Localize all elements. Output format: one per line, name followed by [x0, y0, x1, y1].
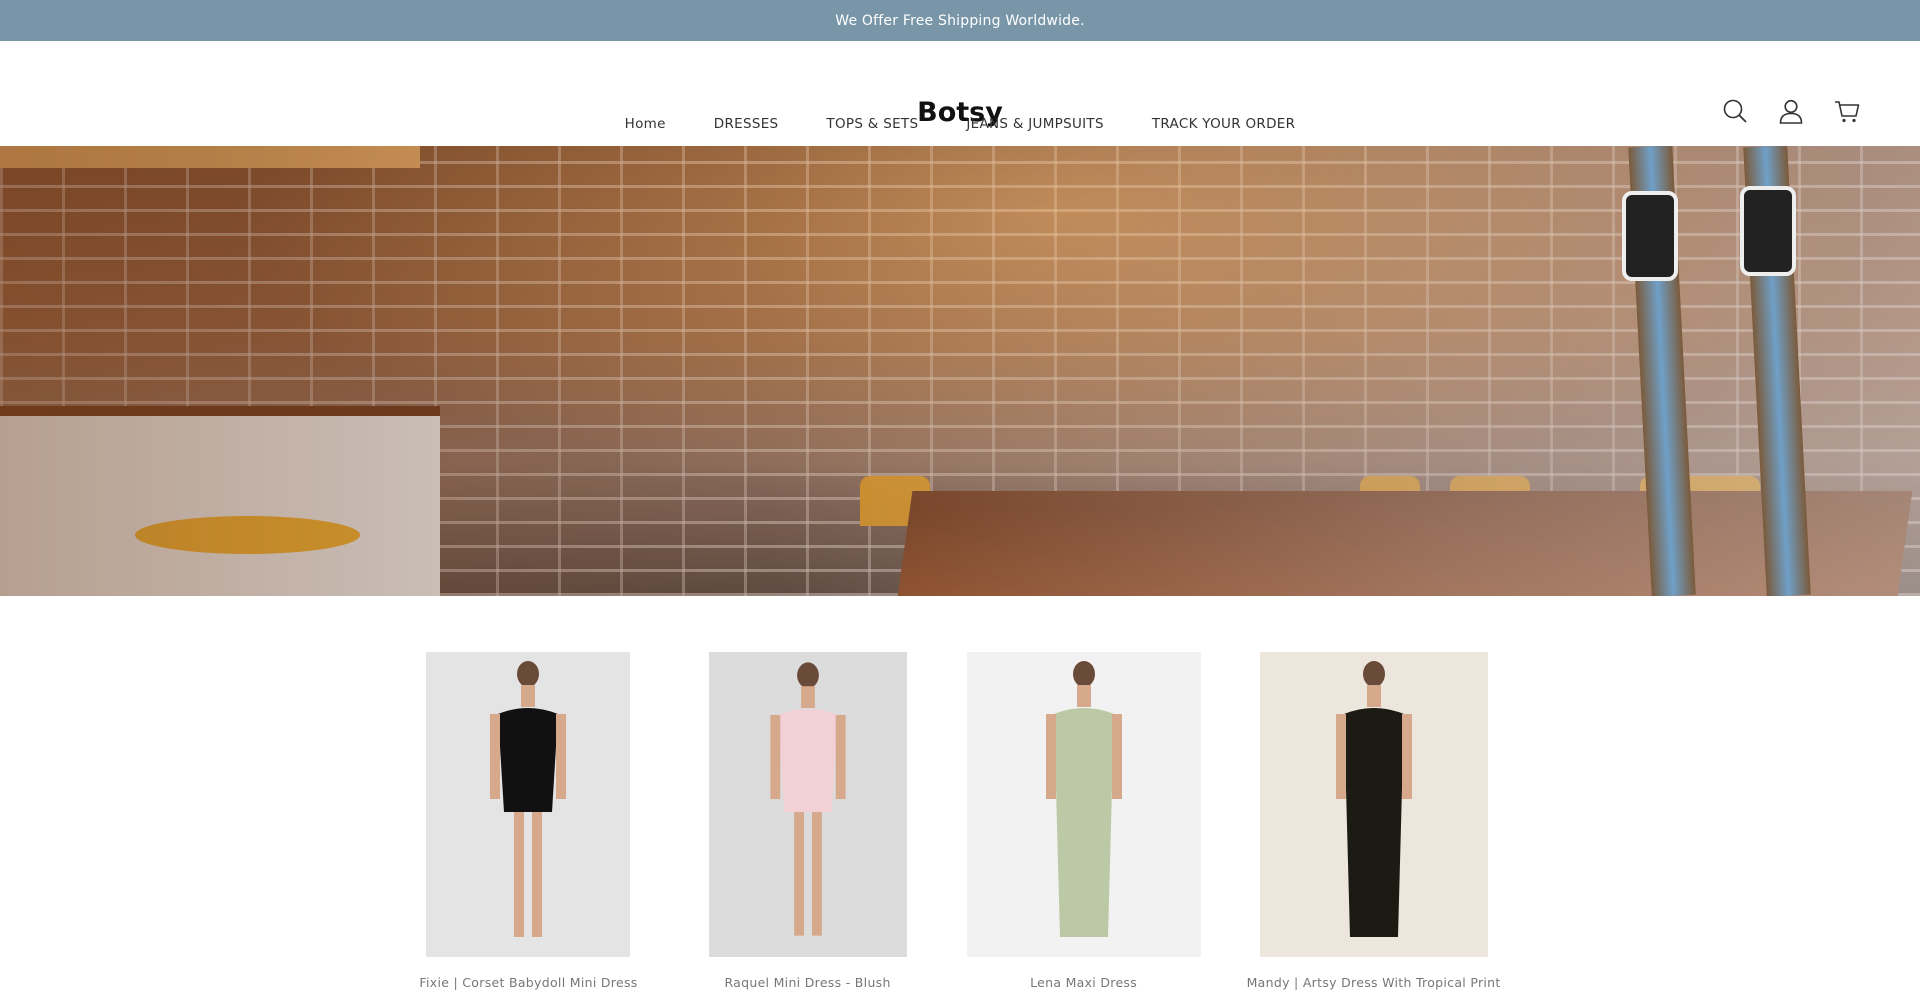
- product-name[interactable]: Raquel Mini Dress - Blush: [724, 975, 890, 990]
- nav-item-jeans-jumpsuits[interactable]: JEANS & JUMPSUITS: [966, 116, 1104, 132]
- main-nav: Home DRESSES TOPS & SETS JEANS & JUMPSUITS T…: [0, 116, 1920, 132]
- product-card[interactable]: Mandy | Artsy Dress With Tropical Print: [1247, 652, 1501, 990]
- hero-banner-image: [0, 146, 1920, 596]
- product-image[interactable]: [426, 652, 631, 957]
- product-image[interactable]: [1259, 652, 1488, 957]
- product-grid: Fixie | Corset Babydoll Mini Dress Raquel…: [0, 652, 1920, 990]
- product-name[interactable]: Lena Maxi Dress: [1030, 975, 1137, 990]
- announcement-bar: We Offer Free Shipping Worldwide.: [0, 0, 1920, 41]
- product-card[interactable]: Fixie | Corset Babydoll Mini Dress: [419, 652, 637, 990]
- product-image[interactable]: [966, 652, 1201, 957]
- product-name[interactable]: Fixie | Corset Babydoll Mini Dress: [419, 975, 637, 990]
- nav-item-track-your-order[interactable]: TRACK YOUR ORDER: [1152, 116, 1295, 132]
- product-card[interactable]: Raquel Mini Dress - Blush: [708, 652, 907, 990]
- nav-item-dresses[interactable]: DRESSES: [714, 116, 779, 132]
- nav-item-home[interactable]: Home: [625, 116, 666, 132]
- product-card[interactable]: Lena Maxi Dress: [966, 652, 1201, 990]
- product-name[interactable]: Mandy | Artsy Dress With Tropical Print: [1247, 975, 1501, 990]
- announcement-text: We Offer Free Shipping Worldwide.: [835, 12, 1085, 29]
- product-image[interactable]: [708, 652, 907, 957]
- nav-item-tops-sets[interactable]: TOPS & SETS: [826, 116, 918, 132]
